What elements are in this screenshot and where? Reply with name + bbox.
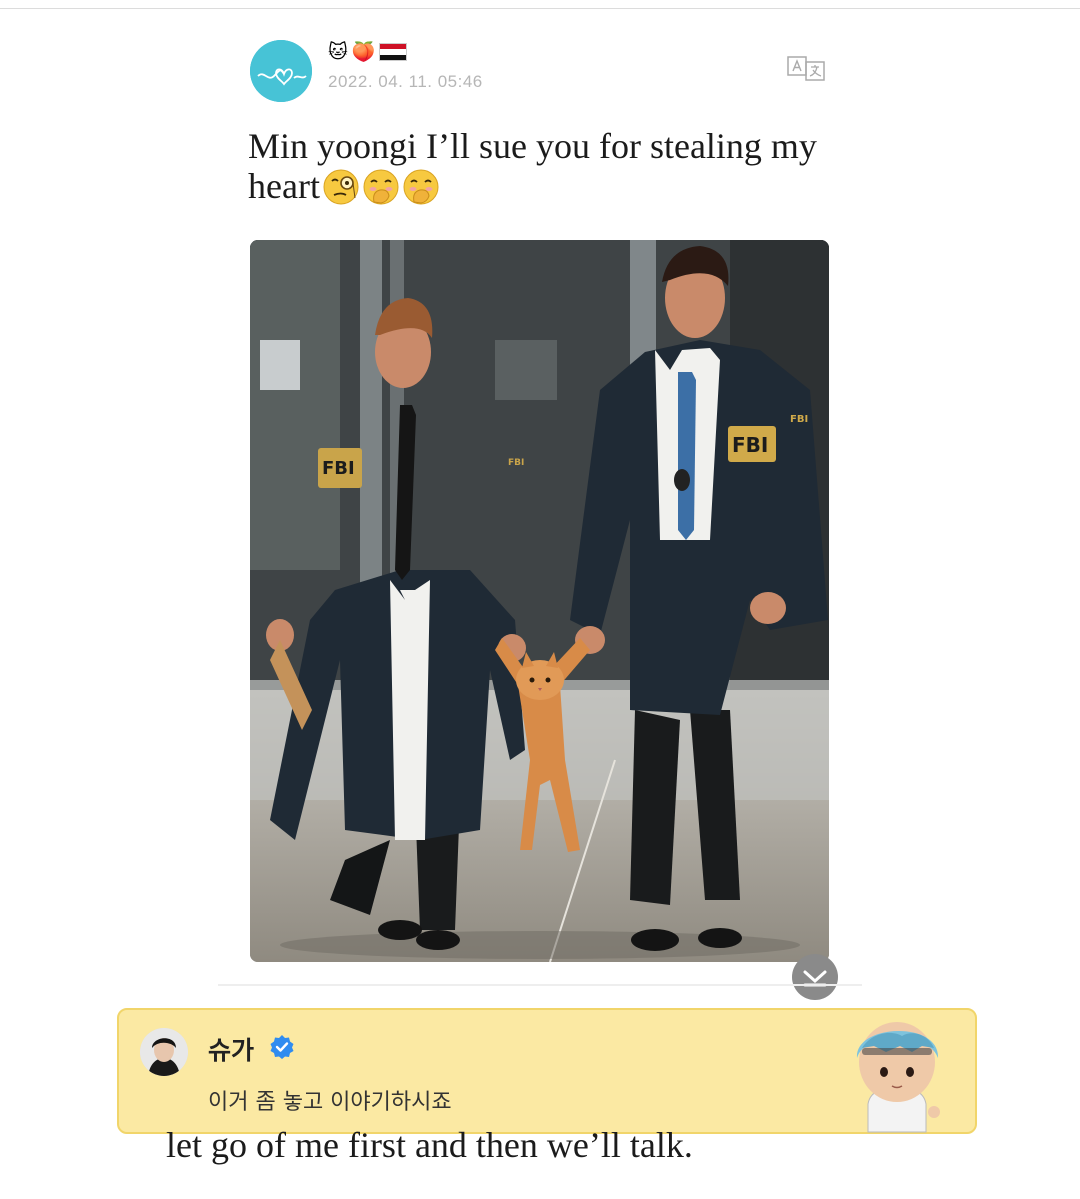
reply-author-name: 슈가 (208, 1036, 255, 1065)
post-divider (218, 984, 862, 986)
doodle-heart-avatar-icon (250, 40, 312, 102)
chevron-down-icon (803, 970, 827, 987)
post-body: Min yoongi I’ll sue you for stealing my … (248, 126, 848, 206)
cat-emoji: 🐱 (328, 41, 348, 63)
fbi-badge-right: FBI (732, 433, 768, 457)
top-divider (0, 8, 1080, 9)
monocle-face-icon (323, 169, 359, 205)
hand-over-mouth-icon (403, 169, 439, 205)
artist-avatar-icon (140, 1028, 188, 1076)
blue-hair-character-sticker (856, 1022, 940, 1133)
author-avatar[interactable] (250, 40, 312, 102)
reaction-emojis (322, 168, 440, 206)
translate-icon[interactable] (786, 54, 826, 82)
author-badges: 🐱 🍑 (328, 40, 408, 64)
reply-avatar[interactable] (140, 1028, 188, 1076)
fbi-sleeve-left: FBI (508, 458, 524, 468)
fbi-sleeve-right: FBI (790, 414, 808, 425)
translation-caption: let go of me first and then we’ll talk. (166, 1125, 693, 1165)
post-image[interactable]: FBI FBI FBI FBI (250, 240, 829, 962)
post-timestamp: 2022. 04. 11. 05:46 (328, 72, 483, 91)
hand-over-mouth-icon (363, 169, 399, 205)
verified-check-icon (270, 1035, 294, 1059)
egypt-flag-icon (379, 43, 408, 61)
fbi-agents-cat-photo: FBI FBI FBI FBI (250, 240, 829, 962)
reply-text: 이거 좀 놓고 이야기하시죠 (208, 1090, 452, 1115)
expand-button[interactable] (792, 954, 838, 1000)
peach-emoji: 🍑 (351, 41, 376, 63)
fbi-badge-left: FBI (322, 458, 355, 479)
